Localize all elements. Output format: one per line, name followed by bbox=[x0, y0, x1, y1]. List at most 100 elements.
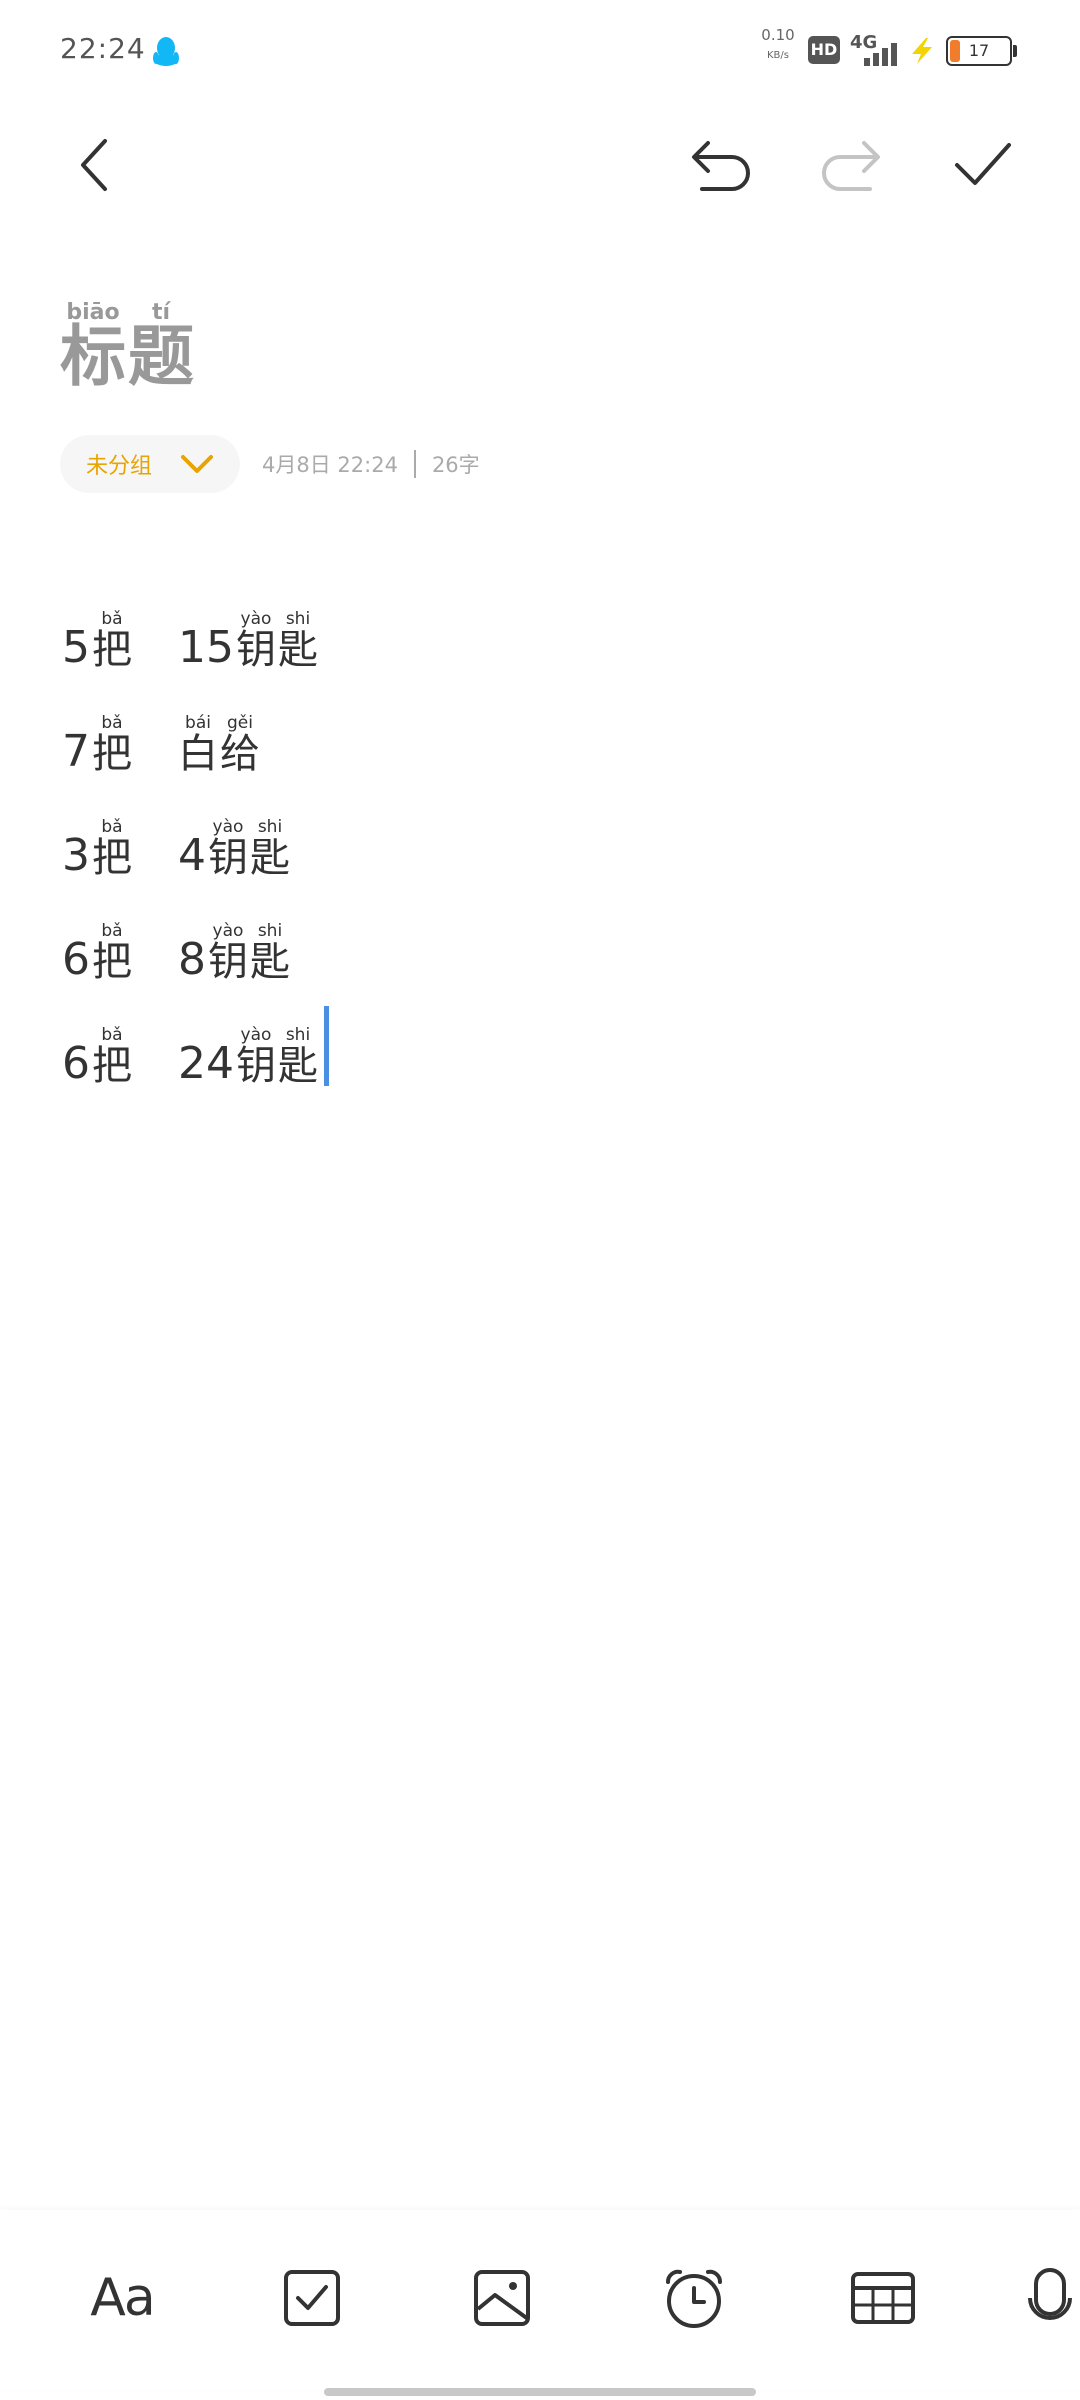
pinyin-annotation: bǎ bbox=[101, 921, 123, 941]
home-indicator[interactable] bbox=[324, 2388, 756, 2396]
confirm-check-icon bbox=[955, 143, 1011, 185]
image-icon bbox=[474, 2270, 530, 2326]
voice-input-button[interactable] bbox=[1028, 2248, 1080, 2348]
hanzi-char: 钥 bbox=[208, 939, 248, 985]
note-number: 15 bbox=[178, 622, 234, 673]
pinyin-annotation: yào bbox=[212, 817, 244, 837]
pinyin-annotation: shi bbox=[285, 609, 311, 629]
note-number: 6 bbox=[62, 934, 90, 985]
back-arrow-icon bbox=[81, 139, 107, 191]
text-format-button[interactable]: Aa bbox=[72, 2248, 172, 2348]
title-hanzi: 标 bbox=[60, 318, 126, 395]
text-cursor bbox=[324, 1006, 329, 1086]
title-hanzi: 题 bbox=[128, 318, 194, 395]
note-line: 6 bǎ 把 24 yào 钥 shi 匙 bbox=[62, 982, 1022, 1086]
pinyin-char: shi 匙 bbox=[250, 921, 290, 985]
meta-divider bbox=[413, 450, 416, 478]
title-char: biāo 标 bbox=[60, 302, 126, 390]
pinyin-annotation: bǎ bbox=[101, 1025, 123, 1045]
note-date: 4月8日 22:24 bbox=[262, 453, 398, 477]
reminder-button[interactable] bbox=[644, 2248, 744, 2348]
redo-button[interactable] bbox=[806, 120, 896, 210]
pinyin-char: bǎ 把 bbox=[92, 609, 132, 673]
undo-icon bbox=[692, 141, 750, 191]
pinyin-char: yào 钥 bbox=[236, 609, 276, 673]
folder-selector[interactable]: 未分组 bbox=[60, 435, 241, 493]
bottom-toolbar: Aa bbox=[0, 2210, 1080, 2390]
hanzi-char: 把 bbox=[92, 731, 132, 777]
pinyin-char: yào 钥 bbox=[208, 817, 248, 881]
redo-icon bbox=[822, 141, 880, 191]
chevron-down-icon bbox=[181, 455, 214, 473]
pinyin-annotation: bǎ bbox=[101, 609, 123, 629]
hanzi-char: 给 bbox=[220, 731, 260, 777]
pinyin-annotation: gěi bbox=[227, 713, 253, 733]
battery-icon: 17 bbox=[946, 36, 1018, 66]
hanzi-char: 匙 bbox=[250, 835, 290, 881]
hanzi-char: 钥 bbox=[208, 835, 248, 881]
battery-shell: 17 bbox=[946, 36, 1012, 66]
alarm-clock-icon bbox=[666, 2269, 722, 2328]
note-number: 3 bbox=[62, 830, 90, 881]
pinyin-annotation: bǎ bbox=[101, 817, 123, 837]
insert-table-button[interactable] bbox=[833, 2248, 933, 2348]
folder-label: 未分组 bbox=[86, 454, 153, 479]
note-title-input[interactable]: biāo 标 tí 题 bbox=[60, 302, 960, 412]
pinyin-annotation: shi bbox=[257, 817, 283, 837]
note-line: 3 bǎ 把 4 yào 钥 shi 匙 bbox=[62, 774, 1022, 881]
qq-icon bbox=[153, 37, 179, 66]
pinyin-annotation: bǎ bbox=[101, 713, 123, 733]
note-body-editor[interactable]: 5 bǎ 把 15 yào 钥 shi 匙 7 bǎ 把 bái 白 gěi 给 3 bǎ 把 4 yào 钥 shi 匙 6… bbox=[62, 566, 1022, 1086]
hanzi-char: 匙 bbox=[250, 939, 290, 985]
note-line: 5 bǎ 把 15 yào 钥 shi 匙 bbox=[62, 566, 1022, 673]
hanzi-char: 钥 bbox=[236, 627, 276, 673]
confirm-button[interactable] bbox=[938, 120, 1028, 210]
pinyin-char: bái 白 bbox=[178, 713, 218, 777]
pinyin-char: bǎ 把 bbox=[92, 1025, 132, 1089]
pinyin-char: bǎ 把 bbox=[92, 713, 132, 777]
insert-image-button[interactable] bbox=[452, 2248, 552, 2348]
editor-top-toolbar bbox=[0, 120, 1080, 220]
pinyin-char: shi 匙 bbox=[250, 817, 290, 881]
title-char: tí 题 bbox=[128, 302, 194, 390]
status-bar: 22:24 0.10 KB/s HD 4G 17 bbox=[0, 0, 1080, 100]
charging-bolt-icon bbox=[912, 38, 932, 64]
character-count: 26字 bbox=[431, 453, 480, 477]
note-number: 5 bbox=[62, 622, 90, 673]
text-format-icon: Aa bbox=[90, 2268, 155, 2328]
pinyin-annotation: yào bbox=[240, 609, 272, 629]
hanzi-char: 把 bbox=[92, 939, 132, 985]
undo-button[interactable] bbox=[676, 120, 766, 210]
pinyin-char: bǎ 把 bbox=[92, 921, 132, 985]
microphone-icon bbox=[1028, 2267, 1072, 2320]
hanzi-char: 把 bbox=[92, 1043, 132, 1089]
hd-badge: HD bbox=[808, 36, 840, 64]
battery-tip bbox=[1013, 45, 1017, 57]
pinyin-annotation: bái bbox=[185, 713, 211, 733]
hanzi-char: 白 bbox=[178, 731, 218, 777]
hanzi-char: 匙 bbox=[278, 1043, 318, 1089]
hanzi-char: 钥 bbox=[236, 1043, 276, 1089]
pinyin-annotation: shi bbox=[285, 1025, 311, 1045]
back-button[interactable] bbox=[50, 120, 140, 210]
network-speed-value: 0.10 bbox=[761, 26, 795, 44]
pinyin-char: shi 匙 bbox=[278, 1025, 318, 1089]
note-number: 24 bbox=[178, 1038, 234, 1089]
pinyin-char: gěi 给 bbox=[220, 713, 260, 777]
note-number: 6 bbox=[62, 1038, 90, 1089]
checklist-button[interactable] bbox=[262, 2248, 362, 2348]
note-number: 7 bbox=[62, 726, 90, 777]
network-speed: 0.10 KB/s bbox=[756, 28, 800, 61]
note-line: 6 bǎ 把 8 yào 钥 shi 匙 bbox=[62, 878, 1022, 985]
pinyin-annotation: shi bbox=[257, 921, 283, 941]
pinyin-char: yào 钥 bbox=[208, 923, 248, 985]
status-time: 22:24 bbox=[60, 32, 146, 65]
pinyin-char: shi 匙 bbox=[278, 609, 318, 673]
pinyin-char: yào 钥 bbox=[236, 1025, 276, 1089]
pinyin-annotation: yào bbox=[240, 1025, 272, 1045]
hanzi-char: 匙 bbox=[278, 627, 318, 673]
table-icon bbox=[851, 2272, 915, 2324]
checklist-icon bbox=[284, 2270, 340, 2326]
hanzi-char: 把 bbox=[92, 627, 132, 673]
note-meta-row: 未分组 4月8日 22:24 26字 bbox=[60, 434, 480, 494]
